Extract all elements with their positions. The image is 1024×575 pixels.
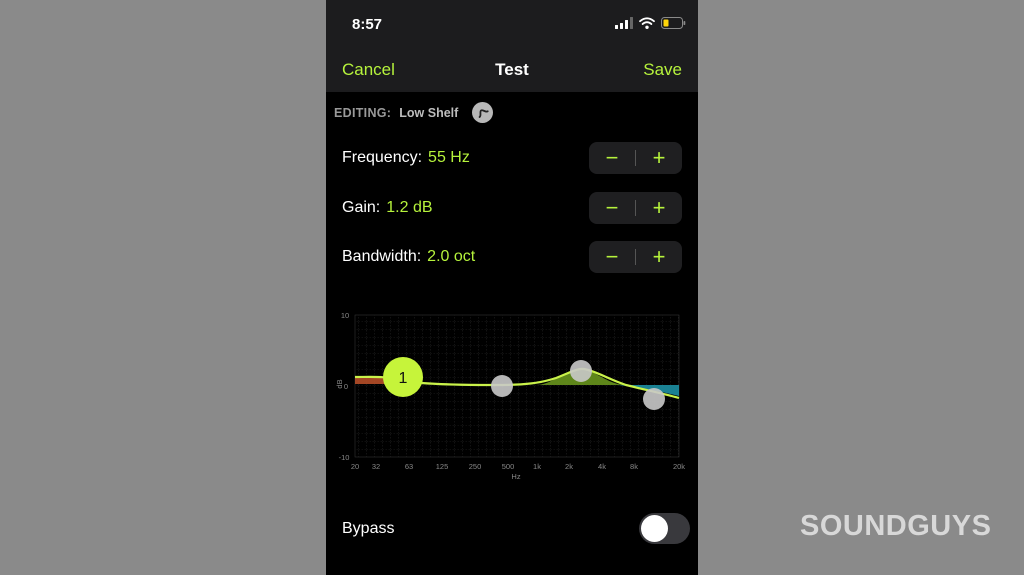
bandwidth-stepper[interactable]: − + (589, 241, 682, 273)
x-tick-label: 63 (405, 462, 413, 471)
bandwidth-label: Bandwidth: (342, 248, 422, 265)
phone-screen: 8:57 Cancel Test Save EDITING: Low Shelf… (326, 0, 698, 575)
toggle-knob (641, 515, 668, 542)
x-tick-label: 500 (502, 462, 515, 471)
bandwidth-row: Bandwidth: 2.0 oct − + (342, 241, 690, 273)
x-tick-label: 125 (436, 462, 449, 471)
x-tick-label: 20k (673, 462, 685, 471)
editing-header: EDITING: Low Shelf (334, 102, 494, 123)
nav-bar: Cancel Test Save (326, 48, 698, 92)
bandwidth-value: 2.0 oct (427, 248, 476, 265)
gain-stepper[interactable]: − + (589, 192, 682, 224)
frequency-stepper[interactable]: − + (589, 142, 682, 174)
gain-increment-button[interactable]: + (636, 192, 682, 224)
save-button[interactable]: Save (643, 60, 682, 80)
frequency-decrement-button[interactable]: − (589, 142, 635, 174)
frequency-value: 55 Hz (428, 149, 470, 166)
gain-label: Gain: (342, 199, 381, 216)
x-tick-label: 2k (565, 462, 573, 471)
x-tick-label: 250 (469, 462, 482, 471)
frequency-label: Frequency: (342, 149, 423, 166)
low-shelf-filter-icon[interactable] (472, 102, 494, 123)
eq-graph[interactable]: 10 0 -10 dB 1 20 32 63 125 250 500 1k 2k… (326, 305, 698, 485)
y-axis-label: dB (335, 379, 344, 388)
y-tick-label: 0 (344, 382, 348, 391)
signal-icon (615, 17, 633, 29)
bandwidth-increment-button[interactable]: + (636, 241, 682, 273)
status-icons (615, 17, 686, 29)
eq-node-1-label: 1 (399, 370, 408, 387)
bandwidth-decrement-button[interactable]: − (589, 241, 635, 273)
bypass-toggle[interactable] (639, 513, 690, 544)
editing-filter-type: Low Shelf (399, 105, 459, 120)
watermark-logo: SOUNDGUYS (800, 510, 992, 542)
status-time: 8:57 (352, 16, 383, 33)
gain-decrement-button[interactable]: − (589, 192, 635, 224)
x-tick-label: 20 (351, 462, 359, 471)
battery-icon (661, 17, 686, 29)
x-axis-label: Hz (511, 472, 520, 481)
page-title: Test (495, 60, 529, 79)
y-tick-label: 10 (341, 311, 349, 320)
eq-node-3[interactable] (570, 360, 592, 382)
gain-row: Gain: 1.2 dB − + (342, 192, 690, 224)
x-tick-label: 1k (533, 462, 541, 471)
eq-node-4[interactable] (643, 388, 665, 410)
frequency-increment-button[interactable]: + (636, 142, 682, 174)
x-tick-label: 8k (630, 462, 638, 471)
editing-label: EDITING: (334, 105, 392, 120)
bypass-label: Bypass (342, 520, 395, 537)
x-tick-label: 4k (598, 462, 606, 471)
x-tick-label: 32 (372, 462, 380, 471)
status-bar: 8:57 (326, 0, 698, 48)
eq-node-2[interactable] (491, 375, 513, 397)
y-tick-label: -10 (339, 453, 350, 462)
wifi-icon (639, 17, 655, 29)
frequency-row: Frequency: 55 Hz − + (342, 142, 690, 174)
gain-value: 1.2 dB (386, 199, 433, 216)
